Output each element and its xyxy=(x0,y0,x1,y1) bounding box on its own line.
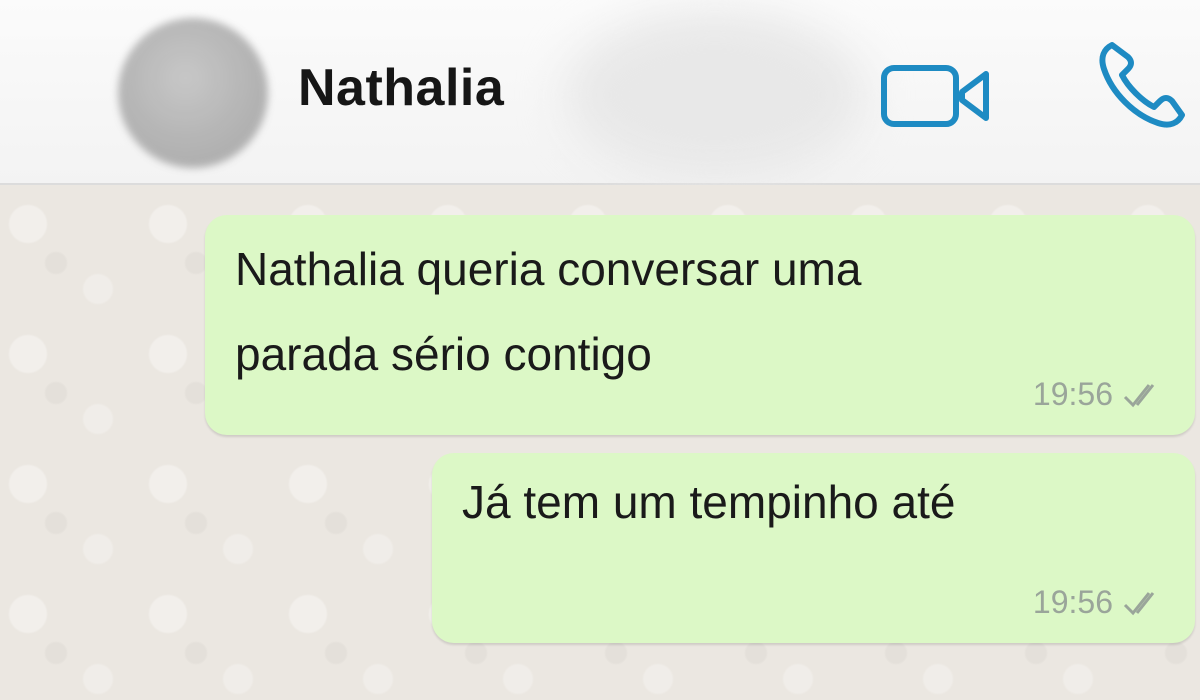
message-time: 19:56 xyxy=(1032,584,1113,620)
outgoing-message-bubble[interactable]: Já tem um tempinho até 19:56 xyxy=(432,453,1195,643)
double-check-icon xyxy=(1123,383,1155,407)
video-camera-icon xyxy=(881,65,989,127)
video-call-button[interactable] xyxy=(878,60,998,135)
blurred-region xyxy=(565,10,865,180)
contact-avatar[interactable] xyxy=(118,18,268,168)
message-text: Já tem um tempinho até xyxy=(462,476,956,528)
contact-name[interactable]: Nathalia xyxy=(298,62,504,114)
outgoing-message-bubble[interactable]: Nathalia queria conversar uma parada sér… xyxy=(205,215,1195,435)
message-list[interactable]: Nathalia queria conversar uma parada sér… xyxy=(0,185,1200,700)
double-check-icon xyxy=(1123,591,1155,615)
voice-call-button[interactable] xyxy=(1090,35,1200,135)
phone-icon xyxy=(1099,42,1185,128)
message-time: 19:56 xyxy=(1032,376,1113,412)
chat-header: Nathalia xyxy=(0,0,1200,185)
message-meta: 19:56 xyxy=(1033,584,1165,621)
chat-window: Nathalia Nathalia queria conversar uma p… xyxy=(0,0,1200,700)
message-meta: 19:56 xyxy=(1033,376,1165,413)
message-text: Nathalia queria conversar uma parada sér… xyxy=(235,243,862,380)
